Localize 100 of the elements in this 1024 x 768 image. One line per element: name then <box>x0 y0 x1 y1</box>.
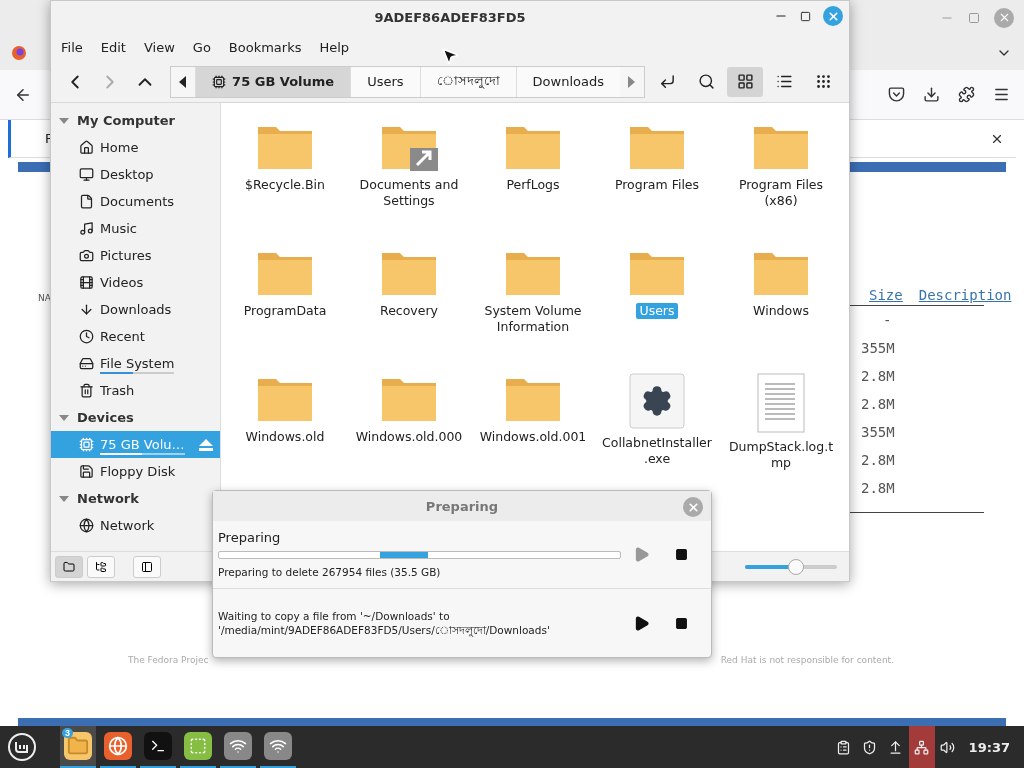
menu-icon[interactable] <box>993 86 1010 103</box>
search-icon <box>697 73 715 90</box>
trash-icon <box>79 383 94 398</box>
window-title: 9ADEF86ADEF83FD5 <box>374 9 526 25</box>
maximize-icon[interactable] <box>800 10 811 22</box>
left-triangle-icon <box>179 75 188 88</box>
close-icon <box>686 500 700 514</box>
floppy-icon <box>79 464 94 479</box>
sidebar-item[interactable]: File System <box>51 350 220 377</box>
network-icon <box>914 739 930 755</box>
folder-icon <box>63 560 75 573</box>
grid-view-icon <box>736 73 754 90</box>
eject-icon[interactable] <box>198 438 213 451</box>
file-name[interactable]: Windows <box>750 303 812 319</box>
menu-item[interactable]: Go <box>185 37 218 57</box>
zoom-slider[interactable] <box>745 558 837 575</box>
stop-icon <box>674 616 688 630</box>
close-button[interactable] <box>823 6 843 26</box>
sidebar-item[interactable]: Home <box>51 134 220 161</box>
sidebar-item[interactable]: Downloads <box>51 296 220 323</box>
mint-logo-icon <box>7 732 37 762</box>
close-icon <box>826 9 840 23</box>
size-value: 2.8M <box>861 396 895 412</box>
menu-item[interactable]: View <box>136 37 182 57</box>
mint-app-icon <box>184 732 212 760</box>
drive-icon <box>212 74 227 89</box>
film-icon <box>79 275 94 290</box>
browser-app-icon <box>104 732 132 760</box>
file-name[interactable]: System Volume Information <box>474 303 592 335</box>
clock-icon <box>79 329 94 344</box>
toggle-sidebar-button[interactable] <box>133 555 161 578</box>
sidebar-item[interactable]: Desktop <box>51 161 220 188</box>
path-scroll-left-button[interactable] <box>171 66 196 97</box>
file-name[interactable]: PerfLogs <box>503 177 563 193</box>
job-status: Waiting to copy a file from '~/Downloads' to '/media/mint/9ADEF86ADEF83FD5/Users/োসদলুদো/Downloads' <box>218 609 551 637</box>
extensions-icon[interactable] <box>958 86 975 103</box>
sidebar-item[interactable]: Floppy Disk <box>51 458 220 485</box>
file-name[interactable]: Windows.old <box>242 429 328 445</box>
document-icon <box>757 373 805 433</box>
file-name[interactable]: CollabnetInstaller.exe <box>598 435 716 467</box>
file-name[interactable]: Windows.old.000 <box>352 429 466 445</box>
sidebar-section-header[interactable]: My Computer <box>51 107 220 134</box>
panel-icon <box>141 560 153 573</box>
path-scroll-right-button[interactable] <box>620 66 644 97</box>
wifi-app-icon <box>264 732 292 760</box>
window-count-badge: 3 <box>62 728 73 738</box>
size-value: - <box>882 312 892 328</box>
size-value: 2.8M <box>861 368 895 384</box>
pocket-icon[interactable] <box>888 86 905 103</box>
monitor-icon <box>79 167 94 182</box>
grid-view-button[interactable] <box>727 66 763 97</box>
menu-item[interactable]: Bookmarks <box>221 37 309 57</box>
network-button[interactable] <box>908 726 935 768</box>
clipboard-icon <box>836 739 852 755</box>
globe-icon <box>79 518 94 533</box>
down-arrow-icon <box>79 302 94 317</box>
tree-button[interactable] <box>87 555 115 578</box>
path-crumb[interactable]: Users <box>350 66 420 97</box>
column-header-link[interactable]: Description <box>918 287 1012 303</box>
footer-text: The Fedora Projec <box>128 655 209 665</box>
dialog-title: Preparing <box>425 498 499 514</box>
terminal-app-icon <box>144 732 172 760</box>
file-name[interactable]: Program Files <box>611 177 703 193</box>
file-name[interactable]: ProgramData <box>240 303 330 319</box>
music-note-icon <box>79 221 94 236</box>
menu-item[interactable]: File <box>54 37 90 57</box>
gear-icon <box>629 373 685 429</box>
menu-item[interactable]: Edit <box>93 37 133 57</box>
sidebar-item[interactable]: Documents <box>51 188 220 215</box>
path-crumb[interactable]: 75 GB Volume <box>195 66 351 97</box>
sidebar-item[interactable]: Music <box>51 215 220 242</box>
files-app-icon <box>64 732 92 760</box>
path-crumb[interactable]: োসদলুদো <box>419 66 516 97</box>
sidebar-section-header[interactable]: Devices <box>51 404 220 431</box>
file-name[interactable]: Windows.old.001 <box>476 429 590 445</box>
file-name[interactable]: DumpStack.log.tmp <box>722 439 840 471</box>
volume-icon <box>940 739 956 755</box>
file-name[interactable]: $Recycle.Bin <box>242 177 328 193</box>
job-heading: Preparing <box>218 530 282 545</box>
file-name[interactable]: Recovery <box>377 303 441 319</box>
sidebar-item[interactable]: Trash <box>51 377 220 404</box>
path-crumb[interactable]: Downloads <box>515 66 620 97</box>
column-header-link[interactable]: Size <box>869 287 903 303</box>
clock[interactable]: 19:37 <box>960 739 1020 755</box>
browser-logo-icon[interactable] <box>12 45 26 60</box>
file-name[interactable]: Program Files (x86) <box>722 177 840 209</box>
size-value: 2.8M <box>861 480 895 496</box>
download-icon[interactable] <box>923 86 940 103</box>
sidebar-item[interactable]: Recent <box>51 323 220 350</box>
tree-icon <box>95 560 107 573</box>
file-name[interactable]: Documents and Settings <box>350 177 468 209</box>
camera-icon <box>79 248 94 263</box>
sidebar-item[interactable]: Pictures <box>51 242 220 269</box>
menu-item[interactable]: Help <box>312 37 357 57</box>
home-icon <box>79 140 94 155</box>
document-icon <box>79 194 94 209</box>
folder-button[interactable] <box>55 555 83 578</box>
right-triangle-icon <box>628 75 636 88</box>
shield-icon <box>862 739 878 755</box>
sidebar-item[interactable]: Videos <box>51 269 220 296</box>
